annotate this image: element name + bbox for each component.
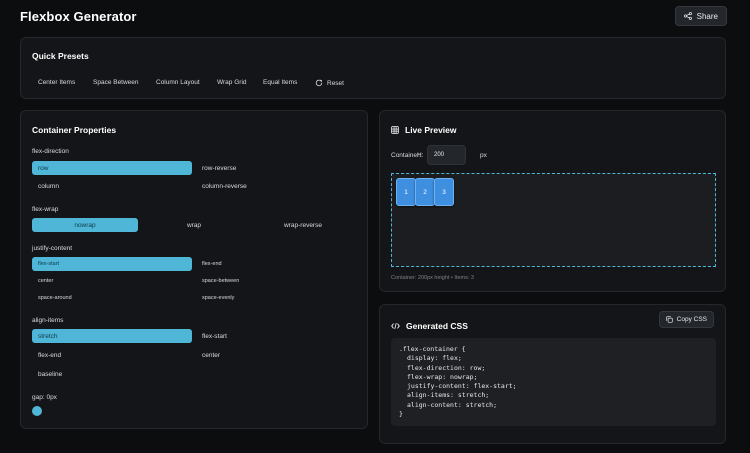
- gap-slider-handle[interactable]: [32, 406, 42, 416]
- align-baseline[interactable]: baseline: [32, 367, 192, 381]
- flex-direction-column-reverse[interactable]: column-reverse: [196, 179, 356, 193]
- align-center[interactable]: center: [196, 348, 356, 362]
- flex-item-3[interactable]: 3: [434, 178, 454, 206]
- justify-flex-end[interactable]: flex-end: [196, 257, 356, 271]
- code-line: align-items: stretch;: [407, 391, 490, 400]
- preset-equal-items[interactable]: Equal Items: [263, 79, 297, 86]
- quick-presets-card: Quick Presets Center Items Space Between…: [20, 37, 726, 99]
- preset-space-between[interactable]: Space Between: [93, 79, 139, 86]
- justify-center[interactable]: center: [32, 274, 192, 288]
- share-button[interactable]: Share: [674, 6, 727, 26]
- flex-direction-column[interactable]: column: [32, 179, 192, 193]
- justify-space-evenly[interactable]: space-evenly: [196, 291, 356, 305]
- align-flex-start[interactable]: flex-start: [196, 329, 356, 343]
- app-header: Flexbox Generator Share: [20, 0, 730, 32]
- app-title: Flexbox Generator: [20, 9, 137, 24]
- align-flex-end[interactable]: flex-end: [32, 348, 192, 362]
- height-unit: px: [480, 152, 487, 159]
- flex-wrap-label: flex-wrap: [32, 206, 59, 213]
- flex-direction-row[interactable]: row: [32, 161, 192, 175]
- refresh-icon: [315, 79, 323, 87]
- live-preview-title-text: Live Preview: [405, 125, 457, 135]
- preset-column-layout[interactable]: Column Layout: [156, 79, 200, 86]
- generated-css-title-text: Generated CSS: [406, 321, 468, 331]
- copy-css-button[interactable]: Copy CSS: [658, 311, 714, 328]
- preset-wrap-grid[interactable]: Wrap Grid: [217, 79, 247, 86]
- css-code-block: .flex-container { display: flex; flex-di…: [391, 338, 716, 426]
- code-line: flex-wrap: nowrap;: [407, 372, 478, 381]
- share-icon: [683, 12, 692, 20]
- quick-presets-title: Quick Presets: [32, 51, 89, 61]
- copy-css-label: Copy CSS: [676, 316, 707, 323]
- live-preview-title: Live Preview: [391, 125, 457, 135]
- code-icon: [391, 322, 400, 330]
- flex-wrap-wrap[interactable]: wrap: [141, 218, 247, 232]
- generated-css-title: Generated CSS: [391, 321, 468, 331]
- preview-caption: Container: 200px height • Items: 3: [391, 275, 474, 281]
- align-stretch[interactable]: stretch: [32, 329, 192, 343]
- container-properties-title: Container Properties: [32, 125, 117, 135]
- code-line: .flex-container {: [399, 345, 466, 353]
- height-label: H:: [417, 152, 424, 159]
- align-items-label: align-items: [32, 317, 64, 324]
- flex-direction-row-reverse[interactable]: row-reverse: [196, 161, 356, 175]
- justify-space-around[interactable]: space-around: [32, 291, 192, 305]
- flex-wrap-wrap-reverse[interactable]: wrap-reverse: [250, 218, 356, 232]
- grid-icon: [391, 126, 399, 134]
- preset-center-items[interactable]: Center Items: [38, 79, 75, 86]
- gap-label: gap: 0px: [32, 394, 57, 401]
- flex-item-2[interactable]: 2: [415, 178, 435, 206]
- code-line: display: flex;: [407, 354, 462, 363]
- justify-space-between[interactable]: space-between: [196, 274, 356, 288]
- justify-content-label: justify-content: [32, 245, 73, 252]
- live-preview-card: Live Preview Container: H: 200 px 1 2 3 …: [379, 110, 726, 292]
- copy-icon: [665, 316, 673, 323]
- share-label: Share: [696, 11, 718, 21]
- code-line: justify-content: flex-start;: [407, 382, 517, 391]
- justify-flex-start[interactable]: flex-start: [32, 257, 192, 271]
- code-line: flex-direction: row;: [407, 363, 486, 372]
- code-line: align-content: stretch;: [407, 400, 498, 409]
- preview-container: 1 2 3: [391, 173, 716, 267]
- flex-direction-label: flex-direction: [32, 148, 69, 155]
- container-properties-card: Container Properties flex-direction row …: [20, 110, 368, 429]
- height-input[interactable]: 200: [427, 145, 466, 165]
- flex-item-1[interactable]: 1: [396, 178, 416, 206]
- preset-reset[interactable]: Reset: [315, 79, 344, 87]
- flex-wrap-nowrap[interactable]: nowrap: [32, 218, 138, 232]
- generated-css-card: Generated CSS Copy CSS .flex-container {…: [379, 304, 726, 444]
- code-line: }: [399, 410, 403, 419]
- preset-reset-label: Reset: [327, 79, 344, 87]
